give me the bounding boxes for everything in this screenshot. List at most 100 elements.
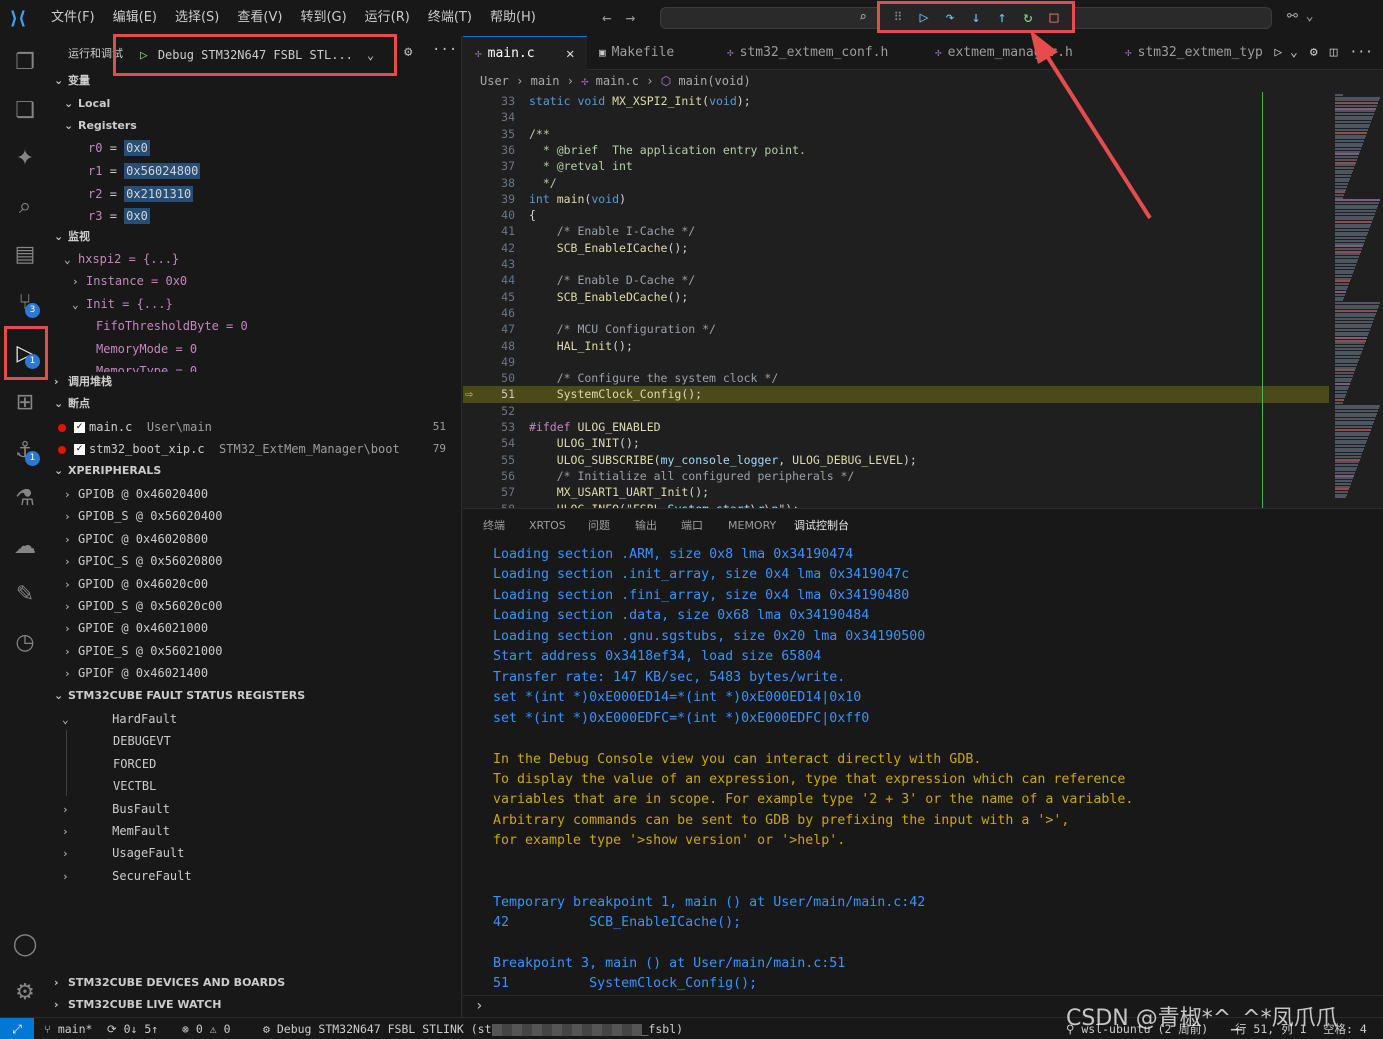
fault-hardfault[interactable]: ⌄ HardFault [62, 708, 177, 730]
section-callstack[interactable]: › 调用堆栈 [54, 371, 112, 393]
forward-arrow-icon[interactable]: → [626, 8, 636, 27]
tab-makefile[interactable]: ▣ Makefile [587, 36, 715, 70]
code-line[interactable]: 48 HAL_Init(); [463, 338, 1329, 354]
fault-item[interactable]: › MemFault [62, 820, 170, 842]
code-line[interactable]: 45 SCB_EnableDCache(); [463, 289, 1329, 305]
anchor-icon[interactable]: ⚓ 1 [0, 428, 50, 472]
tab-main-c[interactable]: ✢ main.c ✕ [463, 36, 587, 70]
testing-icon[interactable]: ⚗ [0, 476, 50, 520]
more-actions-icon[interactable]: ··· [432, 42, 457, 58]
watch-field[interactable]: FifoThresholdByte = 0 [96, 315, 248, 337]
breakpoint-item[interactable]: ✓ stm32_boot_xip.c STM32_ExtMem_Manager\b… [58, 438, 458, 460]
timeline-icon[interactable]: ◷ [0, 620, 50, 664]
peripheral-item[interactable]: › GPIOB_S @ 0x56020400 [64, 505, 223, 527]
section-devices-boards[interactable]: › STM32CUBE DEVICES AND BOARDS [54, 972, 285, 994]
tab-problems[interactable]: 问题 [588, 509, 610, 543]
code-line[interactable]: 41 /* Enable I-Cache */ [463, 223, 1329, 239]
code-line[interactable]: 35 /** [463, 126, 1329, 142]
tab-ports[interactable]: 端口 [681, 509, 703, 543]
register-row[interactable]: r0 = 0x0 [88, 137, 150, 159]
tab-xrtos[interactable]: XRTOS [529, 509, 566, 543]
tab-terminal[interactable]: 终端 [483, 509, 505, 543]
checkbox[interactable]: ✓ [74, 444, 85, 455]
layout-options-icon[interactable]: ⚯ ⌄ [1287, 9, 1314, 24]
menu-help[interactable]: 帮助(H) [481, 0, 545, 36]
section-fault-status[interactable]: ⌄ STM32CUBE FAULT STATUS REGISTERS [54, 685, 305, 707]
code-line[interactable]: 57 MX_USART1_UART_Init(); [463, 484, 1329, 500]
breadcrumb-item[interactable]: User [480, 74, 509, 88]
minimap[interactable] [1329, 92, 1383, 508]
code-line[interactable]: 55 ULOG_SUBSCRIBE(my_console_logger, ULO… [463, 452, 1329, 468]
fault-item[interactable]: › UsageFault [62, 842, 184, 864]
source-control-icon[interactable]: ⑂ 3 [0, 280, 50, 324]
code-line[interactable]: 52 [463, 403, 1329, 419]
peripheral-item[interactable]: › GPIOB @ 0x46020400 [64, 483, 208, 505]
code-line[interactable]: 39 int main(void) [463, 191, 1329, 207]
peripheral-item[interactable]: › GPIOF @ 0x46021400 [64, 662, 208, 684]
code-line[interactable]: 56 /* Initialize all configured peripher… [463, 468, 1329, 484]
step-over-icon[interactable]: ↷ [942, 9, 958, 25]
continue-icon[interactable]: ▷ [916, 9, 932, 25]
fault-item[interactable]: › SecureFault [62, 865, 192, 887]
code-line[interactable]: 34 [463, 109, 1329, 125]
tab-extmem-manager[interactable]: ✢ extmem_manager.h [923, 36, 1109, 70]
restart-icon[interactable]: ↻ [1020, 9, 1036, 25]
feedback-icon[interactable]: ✎ [0, 572, 50, 616]
breadcrumb-item[interactable]: main.c [596, 74, 639, 88]
drag-handle-icon[interactable]: ⠿ [890, 11, 906, 23]
section-breakpoints[interactable]: ⌄ 断点 [54, 393, 90, 415]
tab-memory[interactable]: MEMORY [728, 509, 776, 543]
code-line[interactable]: 42 SCB_EnableICache(); [463, 240, 1329, 256]
section-xperipherals[interactable]: ⌄ XPERIPHERALS [54, 460, 161, 482]
code-line[interactable]: 43 [463, 256, 1329, 272]
settings-gear-icon[interactable]: ⚙ [0, 970, 50, 1014]
remote-indicator-icon[interactable]: ⤢ [0, 1018, 34, 1039]
code-line[interactable]: 47 /* MCU Configuration */ [463, 321, 1329, 337]
gear-icon[interactable]: ⚙ [404, 44, 412, 60]
branch-indicator[interactable]: ⑂ main* [44, 1018, 92, 1039]
code-line[interactable]: 37 * @retval int [463, 158, 1329, 174]
book-icon[interactable]: ▤ [0, 232, 50, 276]
code-line[interactable]: 51 SystemClock_Config(); [463, 386, 1329, 403]
watch-init[interactable]: ⌄ Init = {...} [72, 293, 173, 315]
breadcrumb-item[interactable]: main [531, 74, 560, 88]
back-arrow-icon[interactable]: ← [602, 8, 612, 27]
sync-indicator[interactable]: ⟳ 0↓ 5↑ [107, 1018, 158, 1039]
tab-extmem-type[interactable]: ✢ stm32_extmem_typ [1113, 36, 1273, 70]
peripheral-item[interactable]: › GPIOD_S @ 0x56020c00 [64, 595, 223, 617]
problems-indicator[interactable]: ⊗ 0 ⚠ 0 [182, 1018, 231, 1039]
menu-edit[interactable]: 编辑(E) [104, 0, 166, 36]
code-line[interactable]: 44 /* Enable D-Cache */ [463, 272, 1329, 288]
extensions-icon[interactable]: ⊞ [0, 380, 50, 424]
remote-explorer-icon[interactable]: ☁ [0, 524, 50, 568]
code-line[interactable]: 58 ULOG_INFO("FSBL System start\r\n"); [463, 501, 1329, 509]
code-line[interactable]: 33 static void MX_XSPI2_Init(void); [463, 93, 1329, 109]
debug-session-indicator[interactable]: ⚙ Debug STM32N647 FSBL STLINK (st _fsbl) [263, 1018, 683, 1039]
stm32-butterfly-icon[interactable]: ✦ [0, 136, 50, 180]
menu-view[interactable]: 查看(V) [228, 0, 291, 36]
tab-output[interactable]: 输出 [635, 509, 657, 543]
code-line[interactable]: 49 [463, 354, 1329, 370]
menu-run[interactable]: 运行(R) [356, 0, 419, 36]
gear-icon[interactable]: ⚙ [1310, 45, 1318, 60]
tab-debug-console[interactable]: 调试控制台 [794, 509, 849, 543]
watch-instance[interactable]: › Instance = 0x0 [72, 270, 187, 292]
register-row[interactable]: r2 = 0x2101310 [88, 183, 194, 205]
register-row[interactable]: r3 = 0x0 [88, 205, 150, 227]
launch-config-dropdown[interactable]: ▷ Debug STM32N647 FSBL STL... ⌄ [113, 34, 397, 76]
fault-item[interactable]: › BusFault [62, 798, 170, 820]
scope-local[interactable]: ⌄ Local [64, 93, 110, 115]
menu-file[interactable]: 文件(F) [42, 0, 104, 36]
peripheral-item[interactable]: › GPIOD @ 0x46020c00 [64, 573, 208, 595]
close-icon[interactable]: ✕ [566, 37, 574, 71]
chevron-down-icon[interactable]: ⌄ [367, 48, 381, 62]
scope-registers[interactable]: ⌄ Registers [64, 115, 137, 137]
watch-hxspi2[interactable]: ⌄ hxspi2 = {...} [64, 248, 179, 270]
menu-selection[interactable]: 选择(S) [166, 0, 228, 36]
register-row[interactable]: r1 = 0x56024800 [88, 160, 201, 182]
watch-field[interactable]: MemoryMode = 0 [96, 338, 197, 360]
section-variables[interactable]: ⌄ 变量 [54, 70, 90, 92]
code-line[interactable]: 46 [463, 305, 1329, 321]
breadcrumb-item[interactable]: main(void) [678, 74, 750, 88]
code-line[interactable]: 36 * @brief The application entry point. [463, 142, 1329, 158]
